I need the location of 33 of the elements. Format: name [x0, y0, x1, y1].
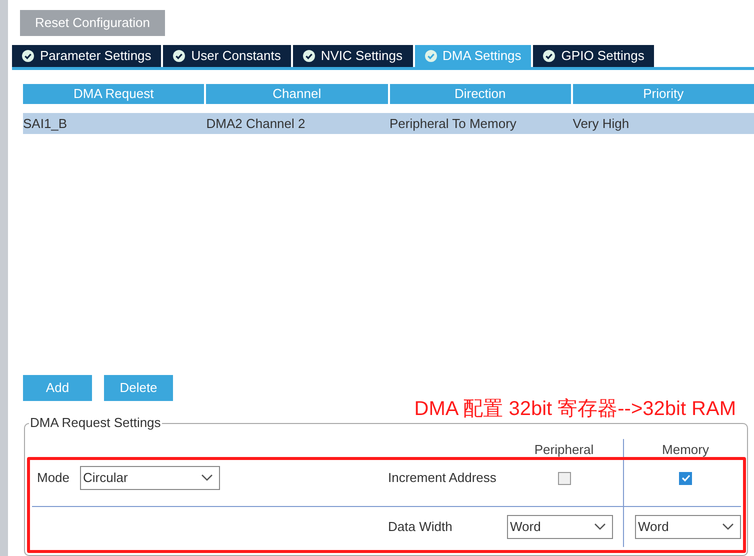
data-width-dropdown[interactable]: Word: [635, 515, 741, 539]
caret-icon: [201, 474, 213, 482]
column-header: Peripheral: [533, 440, 595, 459]
check-circle-icon: [543, 50, 556, 62]
column-header: DMA Request: [23, 84, 204, 104]
checkbox[interactable]: [679, 472, 692, 484]
data-width-dropdown[interactable]: Word: [507, 515, 613, 539]
tab[interactable]: User Constants: [163, 45, 291, 67]
checkbox[interactable]: [558, 472, 570, 484]
column-header: Direction: [390, 84, 571, 104]
check-circle-icon: [302, 50, 315, 62]
column-header: Priority: [572, 84, 754, 104]
table-cell-text: SAI1_B: [23, 114, 68, 133]
check-circle-icon: [173, 50, 186, 62]
table-cell-text: DMA2 Channel 2: [206, 114, 306, 133]
table-row[interactable]: SAI1_B DMA2 Channel 2 Peripheral To Memory Very High: [23, 113, 754, 134]
check-circle-icon: [424, 50, 437, 62]
table-cell-text: Very High: [572, 114, 630, 133]
column-header: Channel: [206, 84, 388, 104]
tab[interactable]: GPIO Settings: [533, 45, 654, 67]
tab[interactable]: Parameter Settings: [12, 45, 162, 67]
field-label: Data Width: [388, 518, 452, 536]
field-label: Mode: [37, 469, 71, 488]
column-header: Memory: [623, 439, 747, 459]
caret-icon: [722, 523, 734, 531]
annotation-text: DMA 配置 32bit 寄存器-->32bit RAM: [414, 397, 736, 421]
mode-dropdown[interactable]: Circular: [80, 466, 220, 490]
check-circle-icon: [22, 50, 34, 62]
field-label: Increment Address: [388, 469, 496, 488]
tab[interactable]: NVIC Settings: [292, 45, 413, 67]
group-title: DMA Request Settings: [29, 415, 162, 431]
caret-icon: [594, 523, 606, 531]
table-cell-text: Peripheral To Memory: [390, 114, 518, 133]
